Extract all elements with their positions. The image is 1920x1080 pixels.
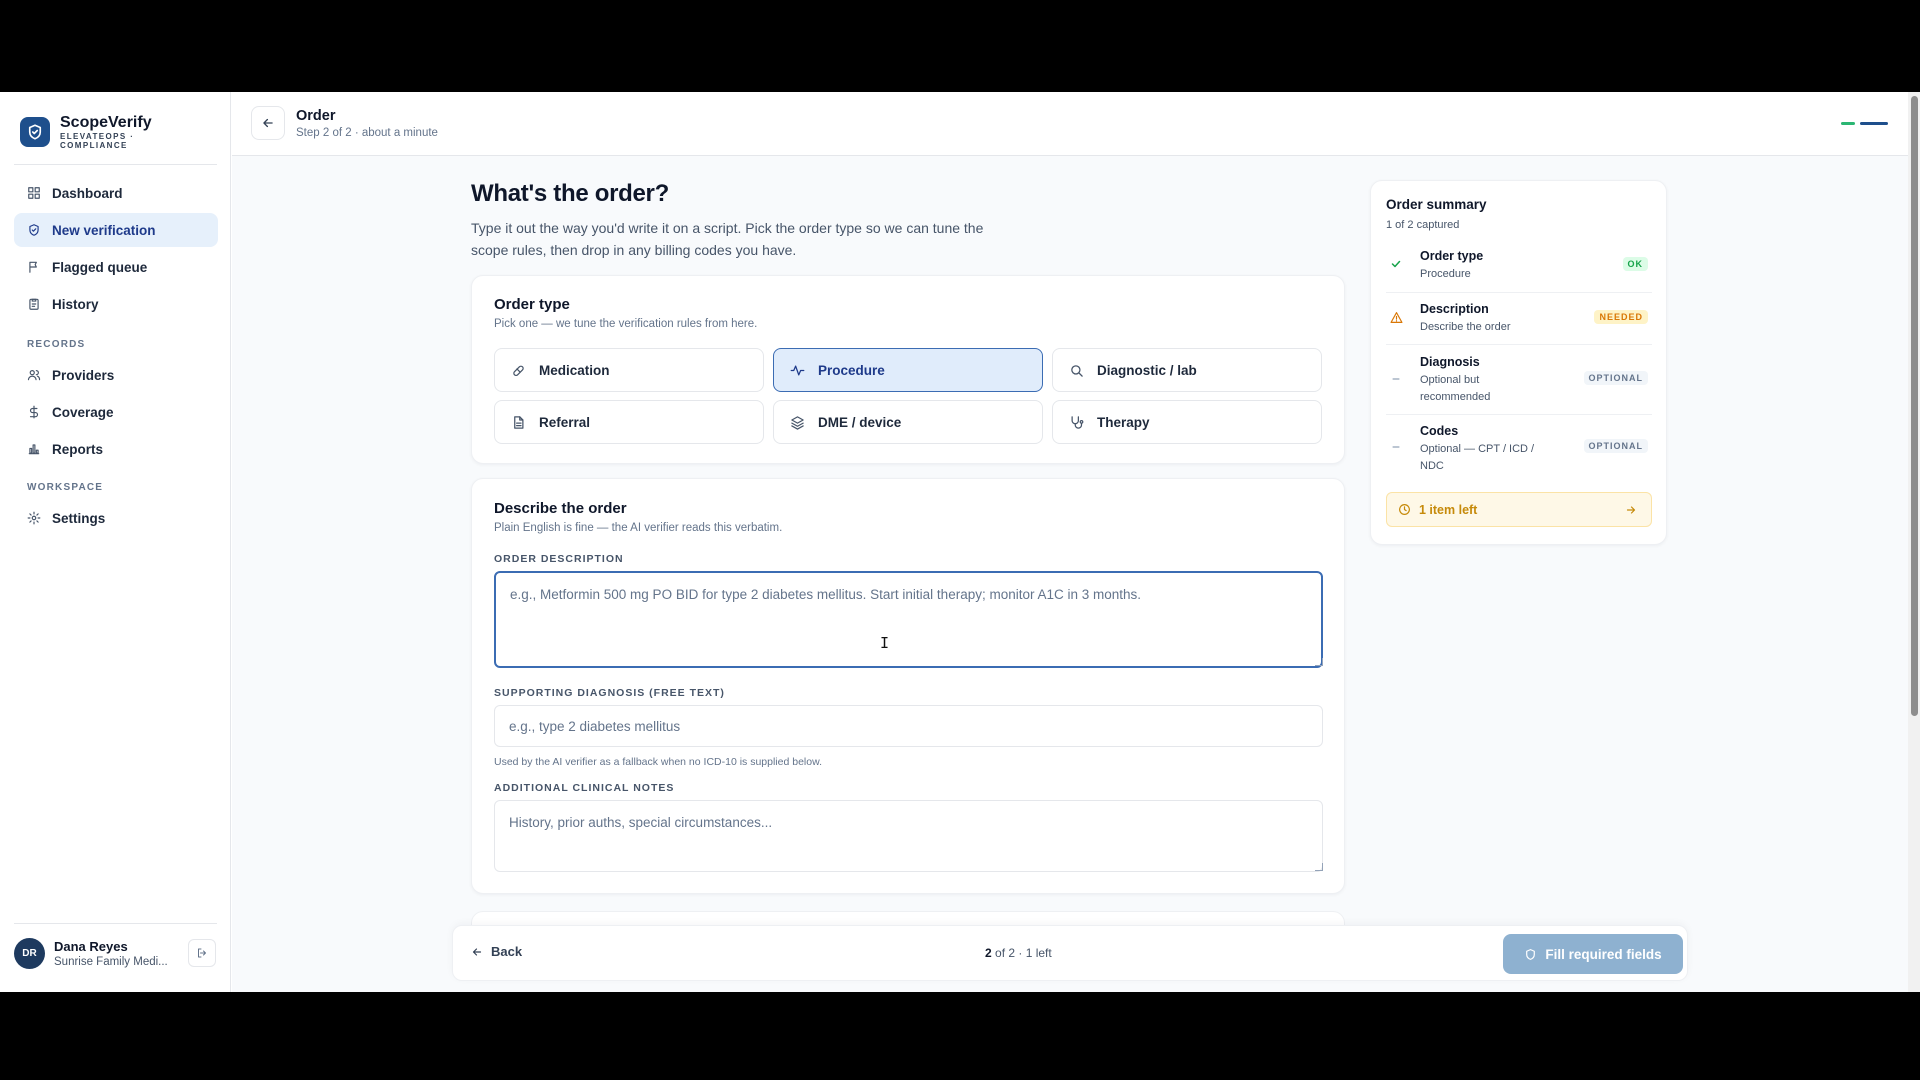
user-org: Sunrise Family Medi...	[54, 955, 168, 968]
arrow-left-icon	[263, 118, 273, 128]
shield-logo-icon	[20, 117, 50, 147]
brand-name: ScopeVerify	[60, 114, 152, 131]
clipboard-icon	[29, 298, 39, 310]
sidebar-item-new-verification[interactable]: New verification	[14, 213, 218, 247]
shield-check-icon	[29, 224, 39, 236]
diagnosis-input[interactable]	[494, 705, 1323, 747]
sidebar-item-label: Flagged queue	[52, 259, 148, 275]
sidebar-item-reports[interactable]: Reports	[14, 432, 218, 466]
sidebar-item-label: Dashboard	[52, 185, 123, 201]
section-label-records: RECORDS	[27, 339, 86, 350]
user-profile[interactable]: DR Dana Reyes Sunrise Family Medi...	[14, 938, 168, 969]
top-header: Order Step 2 of 2 · about a minute	[232, 92, 1908, 156]
page-title: Order	[296, 108, 336, 124]
sidebar-item-providers[interactable]: Providers	[14, 358, 218, 392]
sidebar-item-label: New verification	[52, 222, 156, 238]
section-label-workspace: WORKSPACE	[27, 482, 104, 493]
step-indicator: Step 2 of 2 · about a minute	[296, 127, 438, 139]
sidebar-item-settings[interactable]: Settings	[14, 501, 218, 535]
order-description-input[interactable]	[494, 571, 1323, 668]
sidebar-item-label: Providers	[52, 367, 115, 383]
scrollbar-thumb[interactable]	[1911, 96, 1918, 716]
progress-step-2	[1860, 122, 1888, 125]
sidebar-item-label: History	[52, 296, 99, 312]
logout-button[interactable]	[188, 939, 216, 967]
progress-step-1	[1841, 122, 1855, 125]
divider	[14, 164, 217, 165]
grid-icon	[28, 187, 40, 199]
clinical-notes-input[interactable]	[494, 800, 1323, 872]
sidebar-item-label: Coverage	[52, 404, 114, 420]
bar-chart-icon	[28, 444, 40, 455]
sidebar: ScopeVerify ELEVATEOPS · COMPLIANCE Dash…	[0, 92, 231, 992]
users-icon	[27, 370, 41, 381]
avatar: DR	[14, 938, 45, 969]
user-name: Dana Reyes	[54, 938, 128, 954]
back-button[interactable]	[251, 106, 285, 140]
divider	[14, 923, 217, 924]
logout-icon	[198, 948, 206, 958]
sidebar-item-coverage[interactable]: Coverage	[14, 395, 218, 429]
sidebar-item-label: Settings	[52, 510, 106, 526]
dollar-icon	[29, 405, 39, 419]
sidebar-item-flagged-queue[interactable]: Flagged queue	[14, 250, 218, 284]
brand-subtitle: ELEVATEOPS · COMPLIANCE	[60, 132, 135, 150]
sidebar-item-history[interactable]: History	[14, 287, 218, 321]
sidebar-item-dashboard[interactable]: Dashboard	[14, 176, 218, 210]
brand[interactable]: ScopeVerify ELEVATEOPS · COMPLIANCE	[20, 114, 152, 150]
sidebar-item-label: Reports	[52, 441, 104, 457]
gear-icon	[27, 511, 41, 525]
flag-icon	[29, 261, 37, 273]
page-scrollbar[interactable]	[1908, 92, 1920, 992]
